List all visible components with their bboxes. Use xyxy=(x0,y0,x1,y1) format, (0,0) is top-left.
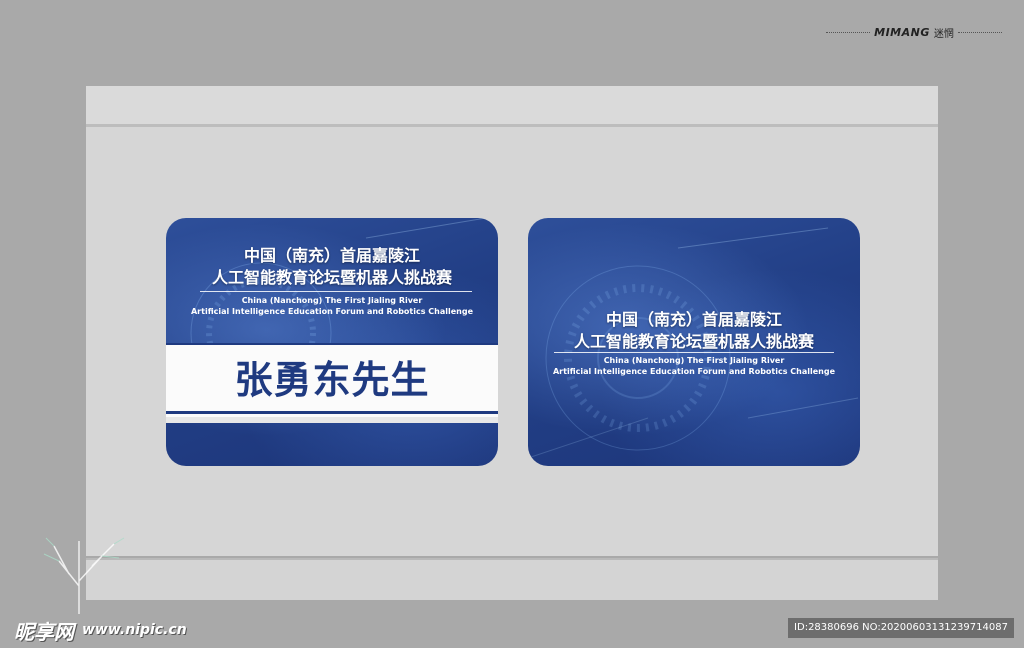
name-band: 张勇东先生 xyxy=(166,343,498,423)
event-title-en-line2: Artificial Intelligence Education Forum … xyxy=(552,367,836,376)
event-title-en-line1: China (Nanchong) The First Jialing River xyxy=(603,356,785,365)
name-band-shadow xyxy=(166,417,498,423)
event-title-line2: 人工智能教育论坛暨机器人挑战赛 xyxy=(573,332,814,351)
event-title-en-line2: Artificial Intelligence Education Forum … xyxy=(190,307,474,316)
event-title-line1: 中国（南充）首届嘉陵江 xyxy=(605,310,782,329)
name-badge-front: 中国（南充）首届嘉陵江 人工智能教育论坛暨机器人挑战赛 China (Nanch… xyxy=(166,218,498,466)
title-divider xyxy=(200,291,472,292)
brand-dots-right xyxy=(957,31,1003,33)
watermark-url: www.nipic.cn xyxy=(82,622,187,638)
event-title-line2: 人工智能教育论坛暨机器人挑战赛 xyxy=(211,268,452,287)
title-divider xyxy=(554,352,834,353)
name-band-stripe xyxy=(166,411,498,414)
attendee-name: 张勇东先生 xyxy=(234,358,430,402)
event-title-line1: 中国（南充）首届嘉陵江 xyxy=(243,246,420,265)
watermark-tree-logo xyxy=(43,537,125,614)
watermark-site: 昵享网 www.nipic.cn xyxy=(14,616,214,644)
brand-dots-left xyxy=(826,31,871,33)
watermark-site-name: 昵享网 xyxy=(14,619,74,644)
watermark-image-id: ID:28380696 NO:20200603131239714087 xyxy=(788,618,1014,638)
event-title-en-line1: China (Nanchong) The First Jialing River xyxy=(241,296,423,305)
brand-header: MIMANG 迷惘 xyxy=(826,22,1003,42)
brand-name-cn: 迷惘 xyxy=(933,28,954,40)
name-badge-back: 中国（南充）首届嘉陵江 人工智能教育论坛暨机器人挑战赛 China (Nanch… xyxy=(528,218,860,466)
wall-top-panel xyxy=(86,86,938,127)
wall-bottom-panel xyxy=(86,558,938,600)
brand-name-en: MIMANG xyxy=(874,25,930,39)
